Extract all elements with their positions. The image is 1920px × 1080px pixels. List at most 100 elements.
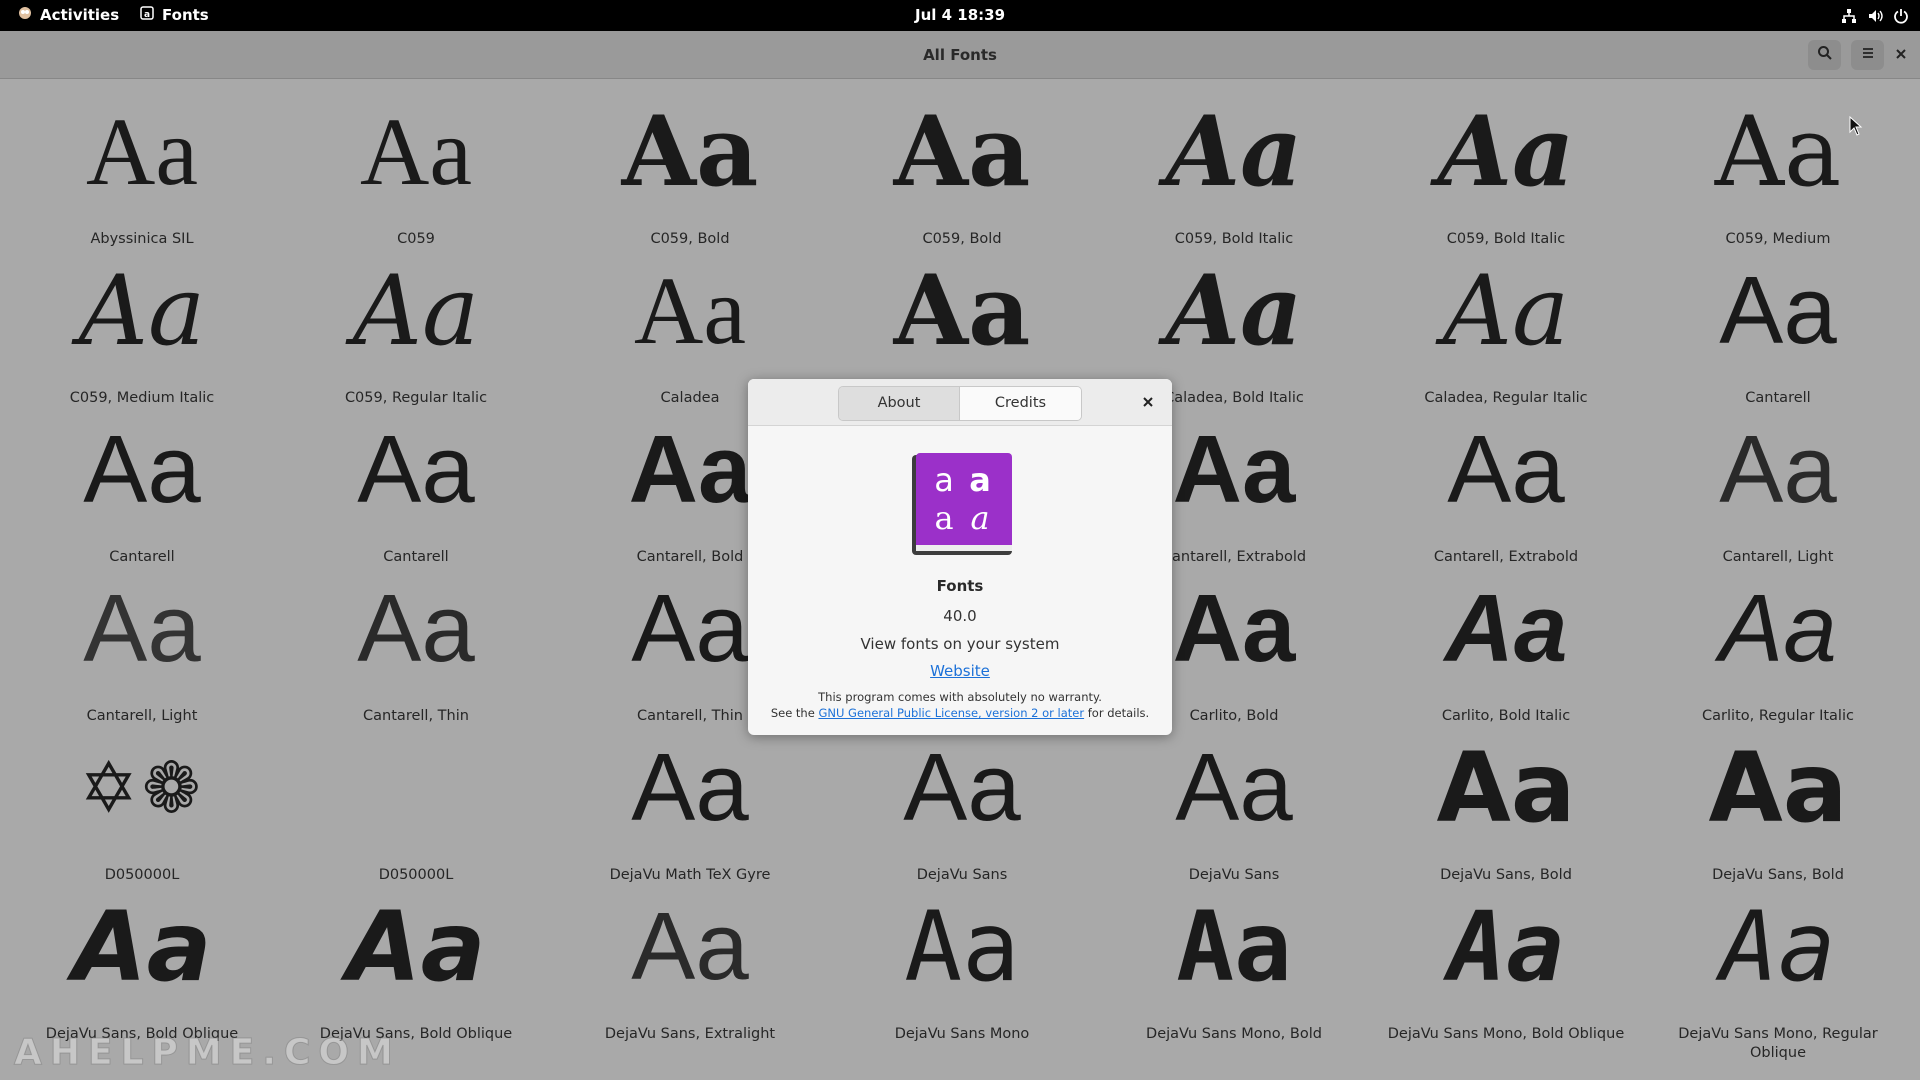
font-sample: Aa xyxy=(357,416,475,523)
clock[interactable]: Jul 4 18:39 xyxy=(915,0,1005,31)
font-tile[interactable]: Aa Cantarell xyxy=(1642,239,1914,407)
font-tile[interactable]: Aa DejaVu Sans Mono xyxy=(826,875,1098,1042)
network-icon[interactable] xyxy=(1840,7,1858,25)
font-sample: Aa xyxy=(893,254,1031,367)
font-tile[interactable]: ✡❁ D050000L xyxy=(6,716,278,883)
about-dialog-header: About Credits xyxy=(748,379,1172,426)
font-tile[interactable]: Aa C059, Bold Italic xyxy=(1098,80,1370,248)
license-prefix: See the xyxy=(770,706,819,720)
font-sample: Aa xyxy=(1444,575,1568,682)
window-close-button[interactable] xyxy=(1886,40,1916,70)
font-tile[interactable]: Aa DejaVu Sans xyxy=(826,716,1098,884)
license-suffix: for details. xyxy=(1084,706,1150,720)
font-name: DejaVu Sans Mono, Bold Oblique xyxy=(1387,1026,1625,1042)
app-menu-label: Fonts xyxy=(162,6,209,24)
activities-button[interactable]: Activities xyxy=(18,0,119,31)
font-tile[interactable]: Aa Abyssinica SIL xyxy=(6,80,278,248)
font-sample: Aa xyxy=(346,891,486,1003)
power-icon[interactable] xyxy=(1892,7,1910,25)
font-sample: Aa xyxy=(903,734,1021,841)
window-header-bar: All Fonts xyxy=(0,31,1920,79)
font-tile[interactable]: Aa DejaVu Sans, Bold Oblique xyxy=(280,875,552,1042)
website-link[interactable]: Website xyxy=(748,662,1172,680)
font-tile[interactable]: Aa Cantarell xyxy=(280,398,552,566)
font-sample: Aa xyxy=(1719,257,1837,364)
search-button[interactable] xyxy=(1808,40,1841,70)
font-tile[interactable]: Aa DejaVu Sans Mono, Bold xyxy=(1098,875,1370,1042)
font-sample: Aa xyxy=(634,257,746,364)
font-name: DejaVu Sans Mono, Bold xyxy=(1146,1026,1322,1042)
font-tile[interactable]: Aa Caladea, Bold Italic xyxy=(1098,239,1370,407)
font-tile[interactable]: D050000L xyxy=(280,716,552,883)
font-sample: Aa xyxy=(1436,732,1576,844)
app-name: Fonts xyxy=(936,577,984,595)
search-icon xyxy=(1817,45,1833,65)
font-tile[interactable]: Aa DejaVu Sans xyxy=(1098,716,1370,884)
volume-icon[interactable] xyxy=(1866,7,1884,25)
tab-credits[interactable]: Credits xyxy=(960,387,1081,420)
gnome-logo-icon xyxy=(18,0,32,31)
license-link[interactable]: GNU General Public License, version 2 or… xyxy=(818,706,1084,720)
font-tile[interactable]: Aa C059, Bold Italic xyxy=(1370,80,1642,248)
font-sample: Aa xyxy=(1176,891,1292,1003)
app-menu-button[interactable]: a Fonts xyxy=(140,0,209,31)
font-sample: Aa xyxy=(360,98,472,205)
window-title: All Fonts xyxy=(923,46,997,64)
font-tile[interactable]: Aa Cantarell, Extrabold xyxy=(1370,398,1642,566)
font-sample: Aa xyxy=(1165,254,1303,367)
font-tile[interactable]: Aa DejaVu Sans, Bold xyxy=(1642,716,1914,883)
font-sample xyxy=(280,738,552,838)
font-sample: Aa xyxy=(1714,96,1842,208)
font-sample: Aa xyxy=(83,575,201,682)
about-dialog: About Credits a a a a Fonts 40.0 View fo… xyxy=(748,379,1172,735)
font-tile[interactable]: Aa Cantarell xyxy=(6,398,278,566)
font-tile[interactable]: Aa Caladea, Regular Italic xyxy=(1370,239,1642,406)
font-sample: Aa xyxy=(1708,732,1848,844)
tab-about[interactable]: About xyxy=(839,387,960,420)
font-tile[interactable]: Aa C059, Medium xyxy=(1642,80,1914,247)
font-tile[interactable]: Aa C059, Regular Italic xyxy=(280,239,552,406)
about-close-button[interactable] xyxy=(1136,390,1160,414)
watermark: AHELPME.COM xyxy=(14,1032,401,1074)
font-tile[interactable]: Aa Carlito, Bold Italic xyxy=(1370,557,1642,725)
font-tile[interactable]: Aa DejaVu Sans Mono, Bold Oblique xyxy=(1370,875,1642,1042)
font-tile[interactable]: Aa DejaVu Sans, Bold Oblique xyxy=(6,875,278,1042)
font-sample: Aa xyxy=(1442,255,1570,367)
font-tile[interactable]: Aa C059, Bold xyxy=(554,80,826,248)
font-sample: Aa xyxy=(357,575,475,682)
font-sample: Aa xyxy=(72,891,212,1003)
font-tile[interactable]: Aa C059, Bold xyxy=(826,80,1098,248)
font-tile[interactable]: Aa xyxy=(826,239,1098,398)
font-tile[interactable]: Aa Cantarell, Light xyxy=(6,557,278,725)
font-tile[interactable]: Aa Cantarell, Thin xyxy=(280,557,552,725)
font-sample: Aa xyxy=(893,95,1031,208)
logo-letter: a xyxy=(934,461,954,499)
system-tray[interactable] xyxy=(1840,0,1910,31)
font-sample: Aa xyxy=(1719,416,1837,523)
font-tile[interactable]: Aa Cantarell, Light xyxy=(1642,398,1914,566)
font-sample: Aa xyxy=(904,891,1020,1003)
font-tile[interactable]: Aa Caladea xyxy=(554,239,826,407)
mouse-pointer-icon xyxy=(1849,115,1863,140)
font-tile[interactable]: Aa C059, Medium Italic xyxy=(6,239,278,406)
font-tile[interactable]: Aa DejaVu Sans, Bold xyxy=(1370,716,1642,883)
font-name: DejaVu Sans, Extralight xyxy=(604,1026,776,1042)
font-sample: Aa xyxy=(1175,734,1293,841)
font-tile[interactable]: Aa DejaVu Sans Mono, Regular Oblique xyxy=(1642,875,1914,1061)
logo-letter: a xyxy=(970,499,989,537)
fonts-app-icon: a xyxy=(140,0,154,31)
main-menu-button[interactable] xyxy=(1851,40,1884,70)
activities-label: Activities xyxy=(40,6,120,24)
svg-text:a: a xyxy=(144,10,150,20)
font-tile[interactable]: Aa C059 xyxy=(280,80,552,248)
about-tabs: About Credits xyxy=(838,386,1082,421)
logo-letter: a xyxy=(969,461,991,499)
font-sample: Aa xyxy=(86,98,198,205)
font-tile[interactable]: Aa Carlito, Regular Italic xyxy=(1642,557,1914,725)
font-tile[interactable]: Aa DejaVu Sans, Extralight xyxy=(554,875,826,1043)
license-text: This program comes with absolutely no wa… xyxy=(748,689,1172,721)
font-sample: Aa xyxy=(1720,891,1836,1003)
font-tile[interactable]: Aa DejaVu Math TeX Gyre xyxy=(554,716,826,884)
font-sample: Aa xyxy=(83,416,201,523)
font-sample: ✡❁ xyxy=(79,747,205,829)
